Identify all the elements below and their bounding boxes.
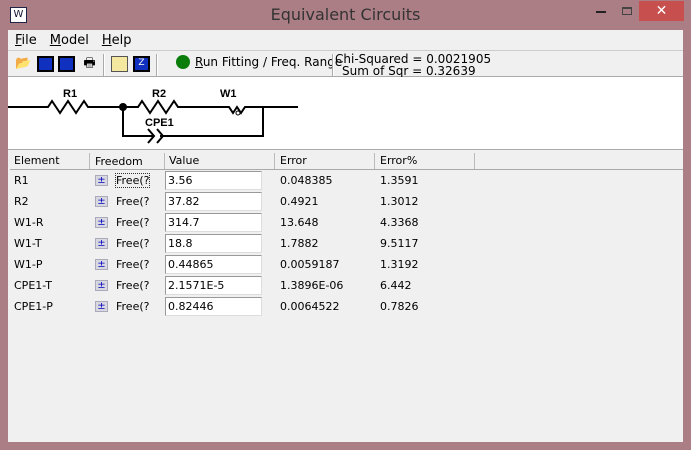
run-fitting-button[interactable]: Run Fitting / Freq. Range <box>176 55 342 69</box>
header-freedom[interactable]: Freedom <box>90 153 165 169</box>
client-area: File Model Help 📂 🖶 Z Run Fitting / Freq… <box>8 30 683 442</box>
r1-resistor <box>8 99 123 115</box>
element-name: R1 <box>14 174 29 187</box>
error-value: 0.048385 <box>280 174 333 187</box>
error-value: 0.0064522 <box>280 300 340 313</box>
value-input[interactable]: 0.44865 <box>165 255 262 274</box>
menu-label: Help <box>101 33 132 48</box>
title-bar: W Equivalent Circuits ✕ <box>0 0 691 30</box>
r2-label: R2 <box>152 88 166 100</box>
freedom-select[interactable]: Free(? <box>116 237 149 250</box>
table-row: W1-T ± Free(? 18.8 1.7882 9.5117 <box>10 233 683 254</box>
save-as-icon[interactable] <box>58 56 75 72</box>
table-row: R2 ± Free(? 37.82 0.4921 1.3012 <box>10 191 683 212</box>
cpe1-return-wire <box>160 107 264 137</box>
element-name: W1-P <box>14 258 43 271</box>
menu-label: Model <box>49 33 89 48</box>
sum-of-squares: Sum of Sqr = 0.32639 <box>342 64 476 78</box>
element-name: CPE1-T <box>14 279 52 292</box>
element-name: CPE1-P <box>14 300 53 313</box>
value-input[interactable]: 2.1571E-5 <box>165 276 262 295</box>
toolbar-separator <box>156 54 158 76</box>
save-z-icon[interactable]: Z <box>133 56 150 72</box>
run-fitting-label: Run Fitting / Freq. Range <box>195 55 343 69</box>
window-title: Equivalent Circuits <box>270 5 421 24</box>
error-value: 0.0059187 <box>280 258 340 271</box>
header-error[interactable]: Error <box>275 153 375 169</box>
table-row: CPE1-T ± Free(? 2.1571E-5 1.3896E-06 6.44… <box>10 275 683 296</box>
freedom-select[interactable]: Free(? <box>116 216 149 229</box>
freedom-select[interactable]: Free(? <box>116 258 149 271</box>
header-element[interactable]: Element <box>10 153 90 169</box>
toolbar-separator <box>103 54 105 76</box>
r1-label: R1 <box>63 88 77 100</box>
header-error-pct[interactable]: Error% <box>375 153 475 169</box>
error-pct-value: 1.3012 <box>380 195 419 208</box>
value-input[interactable]: 3.56 <box>165 171 262 190</box>
circuit-diagram[interactable]: R1 R2 W1 CPE1 <box>8 77 683 150</box>
w1-label: W1 <box>220 88 237 100</box>
error-value: 1.3896E-06 <box>280 279 344 292</box>
menu-help[interactable]: Help <box>95 30 138 50</box>
edit-notes-icon[interactable] <box>111 56 128 72</box>
element-name: W1-T <box>14 237 42 250</box>
freedom-select[interactable]: Free(? <box>116 279 149 292</box>
toolbar-separator <box>332 54 334 76</box>
error-pct-value: 1.3591 <box>380 174 419 187</box>
menu-model[interactable]: Model <box>43 30 95 50</box>
r2-resistor <box>123 99 218 115</box>
table-body: R1 ± Free(? 3.56 0.048385 1.3591 R2 ± Free(… <box>10 170 683 317</box>
menu-bar: File Model Help <box>8 30 683 50</box>
plus-minus-icon[interactable]: ± <box>95 217 108 228</box>
w1-warburg <box>218 105 298 115</box>
value-input[interactable]: 18.8 <box>165 234 262 253</box>
cpe1-label: CPE1 <box>145 117 174 129</box>
maximize-button[interactable] <box>622 7 632 15</box>
element-name: R2 <box>14 195 29 208</box>
plus-minus-icon[interactable]: ± <box>95 259 108 270</box>
parameter-table: Element Freedom Value Error Error% R1 ± F… <box>10 153 683 317</box>
table-header: Element Freedom Value Error Error% <box>10 153 683 170</box>
error-value: 13.648 <box>280 216 319 229</box>
junction-node <box>119 103 127 111</box>
error-pct-value: 6.442 <box>380 279 412 292</box>
table-row: W1-P ± Free(? 0.44865 0.0059187 1.3192 <box>10 254 683 275</box>
value-input[interactable]: 0.82446 <box>165 297 262 316</box>
value-input[interactable]: 37.82 <box>165 192 262 211</box>
green-circle-icon <box>176 55 190 69</box>
menu-file[interactable]: File <box>8 30 43 50</box>
error-value: 0.4921 <box>280 195 319 208</box>
plus-minus-icon[interactable]: ± <box>95 280 108 291</box>
error-pct-value: 9.5117 <box>380 237 419 250</box>
print-icon[interactable]: 🖶 <box>81 56 98 72</box>
value-input[interactable]: 314.7 <box>165 213 262 232</box>
error-pct-value: 0.7826 <box>380 300 419 313</box>
plus-minus-icon[interactable]: ± <box>95 175 108 186</box>
warburg-marker <box>235 110 241 116</box>
save-icon[interactable] <box>37 56 54 72</box>
plus-minus-icon[interactable]: ± <box>95 196 108 207</box>
plus-minus-icon[interactable]: ± <box>95 301 108 312</box>
table-row: W1-R ± Free(? 314.7 13.648 4.3368 <box>10 212 683 233</box>
toolbar: 📂 🖶 Z Run Fitting / Freq. Range Chi-Squa… <box>8 50 683 77</box>
element-name: W1-R <box>14 216 44 229</box>
open-folder-icon[interactable]: 📂 <box>15 56 32 72</box>
table-row: CPE1-P ± Free(? 0.82446 0.0064522 0.7826 <box>10 296 683 317</box>
plus-minus-icon[interactable]: ± <box>95 238 108 249</box>
error-pct-value: 1.3192 <box>380 258 419 271</box>
header-value[interactable]: Value <box>165 153 275 169</box>
error-pct-value: 4.3368 <box>380 216 419 229</box>
circuit-schematic: R1 R2 W1 CPE1 <box>8 88 298 144</box>
freedom-select[interactable]: Free(? <box>114 173 151 188</box>
freedom-select[interactable]: Free(? <box>116 300 149 313</box>
minimize-button[interactable] <box>596 11 606 13</box>
fit-statistics: Chi-Squared = 0.0021905 Sum of Sqr = 0.3… <box>335 53 491 77</box>
menu-label: File <box>15 33 37 48</box>
freedom-select[interactable]: Free(? <box>116 195 149 208</box>
table-row: R1 ± Free(? 3.56 0.048385 1.3591 <box>10 170 683 191</box>
close-button[interactable]: ✕ <box>639 1 684 21</box>
error-value: 1.7882 <box>280 237 319 250</box>
